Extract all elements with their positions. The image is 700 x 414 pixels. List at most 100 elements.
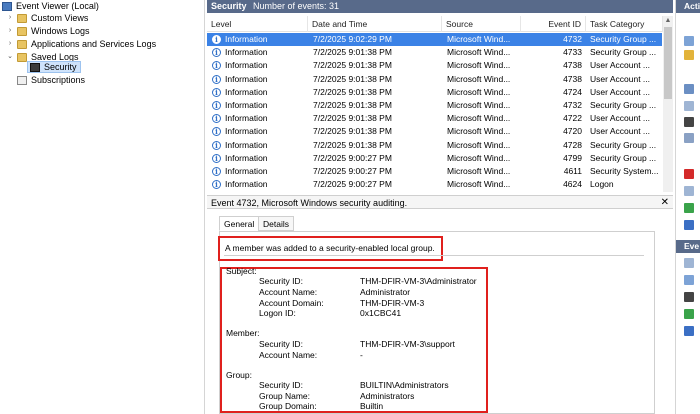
information-icon: i (212, 87, 221, 97)
tree-item-label: Applications and Services Logs (31, 39, 157, 49)
column-header-event-id[interactable]: Event ID (521, 16, 586, 32)
table-row[interactable]: i Information 7/2/2025 9:01:38 PM Microsoft… (207, 125, 662, 138)
cell-task-category: Logon (590, 179, 614, 190)
event-properties-icon[interactable] (684, 258, 694, 268)
event-detail-title: Event 4732, Microsoft Windows security a… (211, 198, 408, 208)
filter-icon[interactable] (684, 50, 694, 60)
field-label: Account Domain: (259, 298, 324, 308)
field-value: THM-DFIR-VM-3 (360, 298, 425, 308)
cell-event-id: 4738 (563, 73, 582, 84)
save-selected-icon[interactable] (684, 292, 694, 302)
help-icon[interactable] (684, 220, 694, 230)
chevron-down-icon[interactable]: ⌄ (6, 51, 14, 63)
tree-item-custom-views[interactable]: › Custom Views (6, 12, 89, 24)
navigation-tree: Event Viewer (Local) › Custom Views › Wi… (0, 0, 205, 414)
folder-icon (17, 52, 27, 62)
cell-task-category: Security Group ... (590, 34, 657, 44)
information-icon: i (212, 35, 221, 44)
save-events-icon[interactable] (684, 133, 694, 143)
rename-icon[interactable] (684, 186, 694, 196)
cell-task-category: User Account ... (590, 126, 650, 137)
cell-source: Microsoft Wind... (447, 34, 511, 44)
event-refresh-icon[interactable] (684, 309, 694, 319)
delete-icon[interactable] (684, 169, 694, 179)
information-icon: i (212, 153, 221, 163)
main-pane: Security Number of events: 31 Level Date… (207, 0, 673, 414)
cell-source: Microsoft Wind... (447, 126, 511, 137)
cell-level: Information (225, 113, 268, 124)
event-count: Number of events: 31 (253, 1, 340, 11)
field-label: Group Domain: (259, 401, 317, 411)
scroll-up-icon[interactable]: ▲ (663, 16, 673, 26)
attach-task-icon[interactable] (684, 275, 694, 285)
column-header-level[interactable]: Level (207, 16, 308, 32)
table-row[interactable]: i Information 7/2/2025 9:01:38 PM Microsoft… (207, 99, 662, 112)
field-value: THM-DFIR-VM-3\support (360, 339, 455, 349)
cell-date: 7/2/2025 9:00:27 PM (313, 152, 392, 163)
event-list-scrollbar[interactable]: ▲ (663, 16, 673, 192)
table-row[interactable]: i Information 7/2/2025 9:01:38 PM Microsoft… (207, 59, 662, 72)
cell-task-category: User Account ... (590, 73, 650, 84)
log-title: Security (211, 1, 247, 11)
table-row[interactable]: i Information 7/2/2025 9:01:38 PM Microsoft… (207, 46, 662, 59)
cell-task-category: User Account ... (590, 60, 650, 71)
tree-item-event-viewer-local[interactable]: Event Viewer (Local) (2, 0, 99, 12)
chevron-right-icon[interactable]: › (6, 25, 14, 37)
cell-task-category: Security Group ... (590, 47, 657, 58)
cell-event-id: 4733 (563, 47, 582, 58)
cell-date: 7/2/2025 9:01:38 PM (313, 86, 392, 97)
table-row[interactable]: i Information 7/2/2025 9:00:27 PM Microsoft… (207, 178, 662, 191)
cell-source: Microsoft Wind... (447, 100, 511, 110)
filter-current-log-icon[interactable] (684, 84, 694, 94)
cell-event-id: 4732 (563, 100, 582, 110)
table-row[interactable]: i Information 7/2/2025 9:01:38 PM Microsoft… (207, 86, 662, 99)
tree-item-windows-logs[interactable]: › Windows Logs (6, 25, 90, 37)
close-icon[interactable]: ✕ (661, 196, 669, 210)
field-value: - (360, 350, 363, 360)
refresh-icon[interactable] (684, 203, 694, 213)
tree-item-label: Windows Logs (31, 26, 90, 36)
chevron-right-icon[interactable]: › (6, 12, 14, 24)
information-icon: i (212, 180, 221, 190)
cell-source: Microsoft Wind... (447, 139, 511, 150)
column-header-source[interactable]: Source (442, 16, 521, 32)
folder-icon (17, 39, 27, 49)
open-log-icon[interactable] (684, 36, 694, 46)
event-list: i Information 7/2/2025 9:02:29 PM Microsoft… (207, 33, 662, 191)
event-help-icon[interactable] (684, 326, 694, 336)
table-row[interactable]: i Information 7/2/2025 9:02:29 PM Microsoft… (207, 33, 662, 47)
cell-source: Microsoft Wind... (447, 60, 511, 71)
tab-details[interactable]: Details (258, 216, 294, 231)
cell-source: Microsoft Wind... (447, 113, 511, 124)
information-icon: i (212, 140, 221, 150)
tree-item-applications-and-services-logs[interactable]: › Applications and Services Logs (6, 38, 156, 50)
cell-task-category: User Account ... (590, 86, 650, 97)
tab-general[interactable]: General (219, 216, 260, 231)
field-label: Security ID: (259, 380, 303, 390)
table-row[interactable]: i Information 7/2/2025 9:01:38 PM Microsoft… (207, 73, 662, 86)
field-label: Account Name: (259, 287, 318, 297)
table-row[interactable]: i Information 7/2/2025 9:01:38 PM Microsoft… (207, 139, 662, 152)
cell-date: 7/2/2025 9:01:38 PM (313, 139, 392, 150)
scrollbar-thumb[interactable] (664, 27, 672, 99)
cell-date: 7/2/2025 9:01:38 PM (313, 47, 392, 58)
cell-date: 7/2/2025 9:02:29 PM (313, 34, 392, 44)
column-header-task-category[interactable]: Task Category (586, 16, 663, 32)
information-icon: i (212, 127, 221, 137)
properties-icon[interactable] (684, 101, 694, 111)
tree-item-subscriptions[interactable]: Subscriptions (17, 74, 85, 86)
information-icon: i (212, 74, 221, 84)
table-row[interactable]: i Information 7/2/2025 9:00:27 PM Microsoft… (207, 165, 662, 178)
cell-level: Information (225, 47, 268, 58)
column-header-date[interactable]: Date and Time (308, 16, 442, 32)
field-label: Logon ID: (259, 308, 296, 318)
cell-task-category: Security Group ... (590, 139, 657, 150)
tree-item-security[interactable]: Security (27, 61, 81, 73)
chevron-right-icon[interactable]: › (6, 38, 14, 50)
table-row[interactable]: i Information 7/2/2025 9:00:27 PM Microsoft… (207, 152, 662, 165)
cell-date: 7/2/2025 9:00:27 PM (313, 179, 392, 190)
cell-level: Information (225, 166, 268, 176)
cell-event-id: 4720 (563, 126, 582, 137)
table-row[interactable]: i Information 7/2/2025 9:01:38 PM Microsoft… (207, 112, 662, 125)
find-icon[interactable] (684, 117, 694, 127)
